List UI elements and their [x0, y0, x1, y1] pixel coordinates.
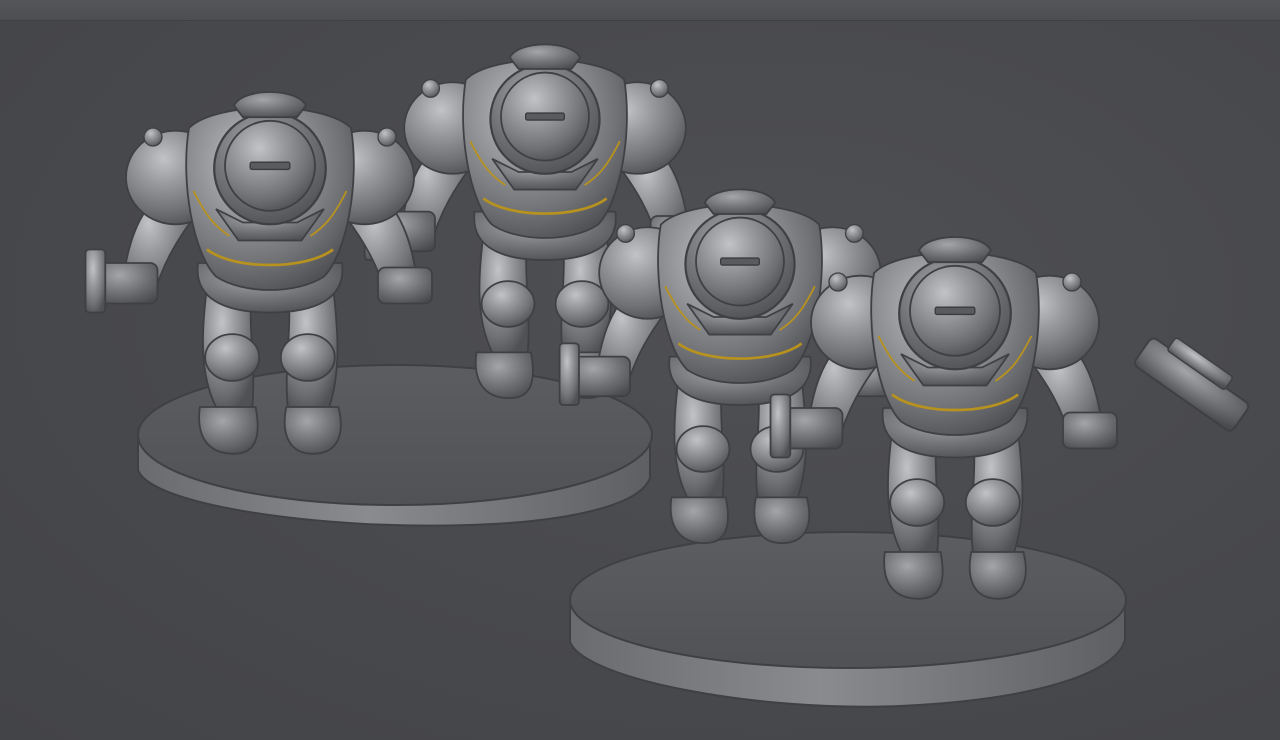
base-right [569, 531, 1127, 708]
trooper-back [363, 43, 705, 400]
render-scene [84, 43, 1250, 708]
3d-viewport[interactable] [0, 0, 1280, 740]
rifle [1134, 337, 1250, 432]
